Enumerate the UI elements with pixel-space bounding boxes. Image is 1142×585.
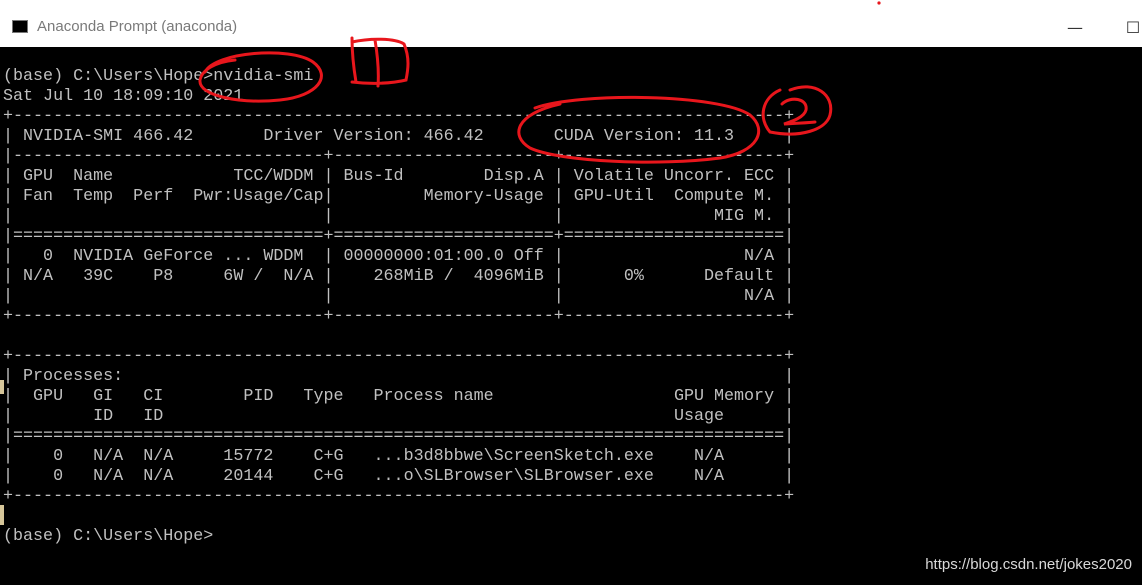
- terminal-icon: [12, 20, 28, 33]
- maximize-button[interactable]: ☐: [1110, 16, 1142, 40]
- minimize-button[interactable]: —: [1052, 16, 1098, 40]
- terminal-line: | GPU Name TCC/WDDM | Bus-Id Disp.A | Vo…: [3, 167, 795, 186]
- terminal-line: +---------------------------------------…: [3, 487, 795, 506]
- terminal-line: (base) C:\Users\Hope>nvidia-smi: [3, 67, 314, 86]
- terminal-line: | 0 N/A N/A 15772 C+G ...b3d8bbwe\Screen…: [3, 447, 795, 466]
- terminal-line: | 0 NVIDIA GeForce ... WDDM | 00000000:0…: [3, 247, 795, 266]
- terminal-output: (base) C:\Users\Hope>nvidia-smi Sat Jul 1…: [3, 67, 794, 547]
- window-title: Anaconda Prompt (anaconda): [37, 18, 238, 35]
- terminal-line: | | | MIG M. |: [3, 207, 795, 226]
- terminal-area[interactable]: (base) C:\Users\Hope>nvidia-smi Sat Jul 1…: [0, 47, 1142, 585]
- terminal-line: Sat Jul 10 18:09:10 2021: [3, 87, 244, 106]
- terminal-line: (base) C:\Users\Hope>: [3, 527, 214, 546]
- terminal-line: |=======================================…: [3, 427, 795, 446]
- terminal-line: | N/A 39C P8 6W / N/A | 268MiB / 4096MiB…: [3, 267, 795, 286]
- terminal-line: | Fan Temp Perf Pwr:Usage/Cap| Memory-Us…: [3, 187, 795, 206]
- left-edge-strip: [0, 380, 4, 394]
- terminal-line: +-------------------------------+-------…: [3, 307, 795, 326]
- watermark: https://blog.csdn.net/jokes2020: [925, 556, 1132, 573]
- terminal-line: | 0 N/A N/A 20144 C+G ...o\SLBrowser\SLB…: [3, 467, 795, 486]
- terminal-line: | NVIDIA-SMI 466.42 Driver Version: 466.…: [3, 127, 795, 146]
- terminal-line: +---------------------------------------…: [3, 107, 795, 126]
- terminal-line: | GPU GI CI PID Type Process name GPU Me…: [3, 387, 795, 406]
- terminal-line: | | | N/A |: [3, 287, 795, 306]
- terminal-line: |-------------------------------+-------…: [3, 147, 795, 166]
- terminal-line: |===============================+=======…: [3, 227, 795, 246]
- terminal-line: | ID ID Usage |: [3, 407, 795, 426]
- left-edge-strip: [0, 505, 4, 525]
- title-bar: Anaconda Prompt (anaconda) — ☐: [0, 0, 1142, 47]
- terminal-line: | Processes: |: [3, 367, 795, 386]
- terminal-line: +---------------------------------------…: [3, 347, 795, 366]
